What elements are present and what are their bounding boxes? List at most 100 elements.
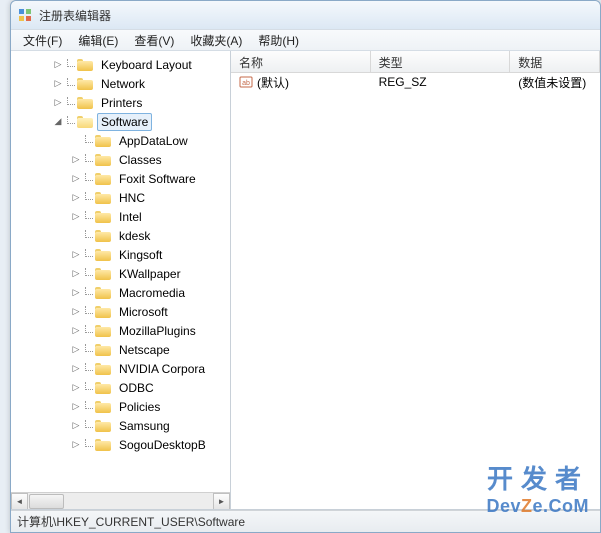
tree-item-label: Keyboard Layout	[97, 56, 196, 74]
folder-icon	[95, 248, 111, 261]
tree-item[interactable]: ▷Netscape	[11, 340, 230, 359]
scroll-track[interactable]	[28, 493, 213, 510]
tree-item-label: Foxit Software	[115, 170, 200, 188]
list-body[interactable]: ab(默认)REG_SZ(数值未设置)	[231, 73, 600, 509]
tree-hscrollbar[interactable]: ◄ ►	[11, 492, 230, 509]
tree-item[interactable]: ▷ MozillaPlugins	[11, 321, 230, 340]
tree-leaf-icon	[69, 134, 83, 148]
status-path: 计算机\HKEY_CURRENT_USER\Software	[17, 513, 245, 530]
statusbar: 计算机\HKEY_CURRENT_USER\Software	[11, 510, 600, 532]
scroll-thumb[interactable]	[29, 494, 64, 509]
tree-item[interactable]: ▷KWallpaper	[11, 264, 230, 283]
menu-help[interactable]: 帮助(H)	[250, 30, 307, 51]
expand-icon[interactable]: ▷	[51, 58, 65, 72]
registry-editor-window: 注册表编辑器 文件(F) 编辑(E) 查看(V) 收藏夹(A) 帮助(H) ▷K…	[10, 0, 601, 533]
tree-item[interactable]: ▷Classes	[11, 150, 230, 169]
tree-item[interactable]: ▷ Printers	[11, 93, 230, 112]
expand-icon[interactable]: ▷	[69, 381, 83, 395]
folder-icon	[95, 153, 111, 166]
expand-icon[interactable]: ▷	[51, 77, 65, 91]
folder-icon	[95, 229, 111, 242]
expand-icon[interactable]: ▷	[69, 248, 83, 262]
tree-item[interactable]: ▷ Foxit Software	[11, 169, 230, 188]
expand-icon[interactable]: ▷	[69, 286, 83, 300]
tree-item-label: Microsoft	[115, 303, 172, 321]
expand-icon[interactable]: ▷	[69, 267, 83, 281]
cell-data: (数值未设置)	[510, 74, 600, 91]
col-type[interactable]: 类型	[371, 51, 511, 72]
string-value-icon: ab	[239, 75, 253, 89]
col-data[interactable]: 数据	[510, 51, 600, 72]
tree-item-label: kdesk	[115, 227, 154, 245]
menubar: 文件(F) 编辑(E) 查看(V) 收藏夹(A) 帮助(H)	[11, 29, 600, 51]
folder-icon	[95, 438, 111, 451]
folder-icon	[77, 96, 93, 109]
expand-icon[interactable]: ▷	[69, 362, 83, 376]
tree-item[interactable]: ▷Kingsoft	[11, 245, 230, 264]
tree-item[interactable]: ▷Samsung	[11, 416, 230, 435]
tree-item-label: Policies	[115, 398, 164, 416]
tree-item[interactable]: ▷ NVIDIA Corpora	[11, 359, 230, 378]
tree-item[interactable]: ▷ Keyboard Layout	[11, 55, 230, 74]
folder-icon	[95, 191, 111, 204]
svg-text:ab: ab	[242, 80, 250, 87]
cell-name: ab(默认)	[231, 74, 371, 91]
expand-icon[interactable]: ▷	[69, 438, 83, 452]
list-header: 名称 类型 数据	[231, 51, 600, 73]
expand-icon[interactable]: ▷	[69, 153, 83, 167]
tree-item[interactable]: AppDataLow	[11, 131, 230, 150]
folder-icon	[95, 305, 111, 318]
tree-item-label: SogouDesktopB	[115, 436, 210, 454]
tree-item[interactable]: ▷ SogouDesktopB	[11, 435, 230, 454]
tree-item[interactable]: kdesk	[11, 226, 230, 245]
expand-icon[interactable]: ▷	[69, 172, 83, 186]
tree-item-label: Network	[97, 75, 149, 93]
expand-icon[interactable]: ▷	[69, 210, 83, 224]
expand-icon[interactable]: ▷	[51, 96, 65, 110]
cell-type: REG_SZ	[371, 75, 511, 89]
scroll-right-button[interactable]: ►	[213, 493, 230, 510]
tree-item-label: HNC	[115, 189, 149, 207]
titlebar[interactable]: 注册表编辑器	[11, 1, 600, 29]
collapse-icon[interactable]: ◢	[51, 115, 65, 129]
list-row[interactable]: ab(默认)REG_SZ(数值未设置)	[231, 73, 600, 91]
expand-icon[interactable]: ▷	[69, 324, 83, 338]
tree-item-label: Software	[97, 113, 152, 131]
folder-icon	[77, 58, 93, 71]
expand-icon[interactable]: ▷	[69, 191, 83, 205]
scroll-left-button[interactable]: ◄	[11, 493, 28, 510]
tree-item[interactable]: ▷ HNC	[11, 188, 230, 207]
menu-favorites[interactable]: 收藏夹(A)	[182, 30, 250, 51]
tree-item-label: Intel	[115, 208, 146, 226]
tree-item[interactable]: ▷ Intel	[11, 207, 230, 226]
tree-item[interactable]: ▷ Network	[11, 74, 230, 93]
tree-item-label: ODBC	[115, 379, 158, 397]
folder-icon	[95, 172, 111, 185]
folder-icon	[95, 343, 111, 356]
folder-icon	[95, 362, 111, 375]
tree-item-label: MozillaPlugins	[115, 322, 200, 340]
folder-icon	[95, 134, 111, 147]
menu-edit[interactable]: 编辑(E)	[70, 30, 126, 51]
expand-icon[interactable]: ▷	[69, 343, 83, 357]
tree-item-label: NVIDIA Corpora	[115, 360, 209, 378]
tree-item-label: Printers	[97, 94, 146, 112]
folder-icon	[95, 286, 111, 299]
expand-icon[interactable]: ▷	[69, 305, 83, 319]
folder-icon	[77, 115, 93, 128]
tree-item-label: AppDataLow	[115, 132, 192, 150]
window-title: 注册表编辑器	[39, 7, 111, 24]
tree-item[interactable]: ▷ Microsoft	[11, 302, 230, 321]
menu-file[interactable]: 文件(F)	[15, 30, 70, 51]
expand-icon[interactable]: ▷	[69, 400, 83, 414]
folder-icon	[95, 381, 111, 394]
tree-pane[interactable]: ▷ Keyboard Layout ▷ Network ▷ Printers ◢ Softwa…	[11, 51, 231, 509]
expand-icon[interactable]: ▷	[69, 419, 83, 433]
tree-item[interactable]: ▷Macromedia	[11, 283, 230, 302]
menu-view[interactable]: 查看(V)	[126, 30, 182, 51]
tree-item[interactable]: ▷ ODBC	[11, 378, 230, 397]
tree-item[interactable]: ▷ Policies	[11, 397, 230, 416]
col-name[interactable]: 名称	[231, 51, 371, 72]
folder-icon	[95, 210, 111, 223]
tree-item[interactable]: ◢ Software	[11, 112, 230, 131]
